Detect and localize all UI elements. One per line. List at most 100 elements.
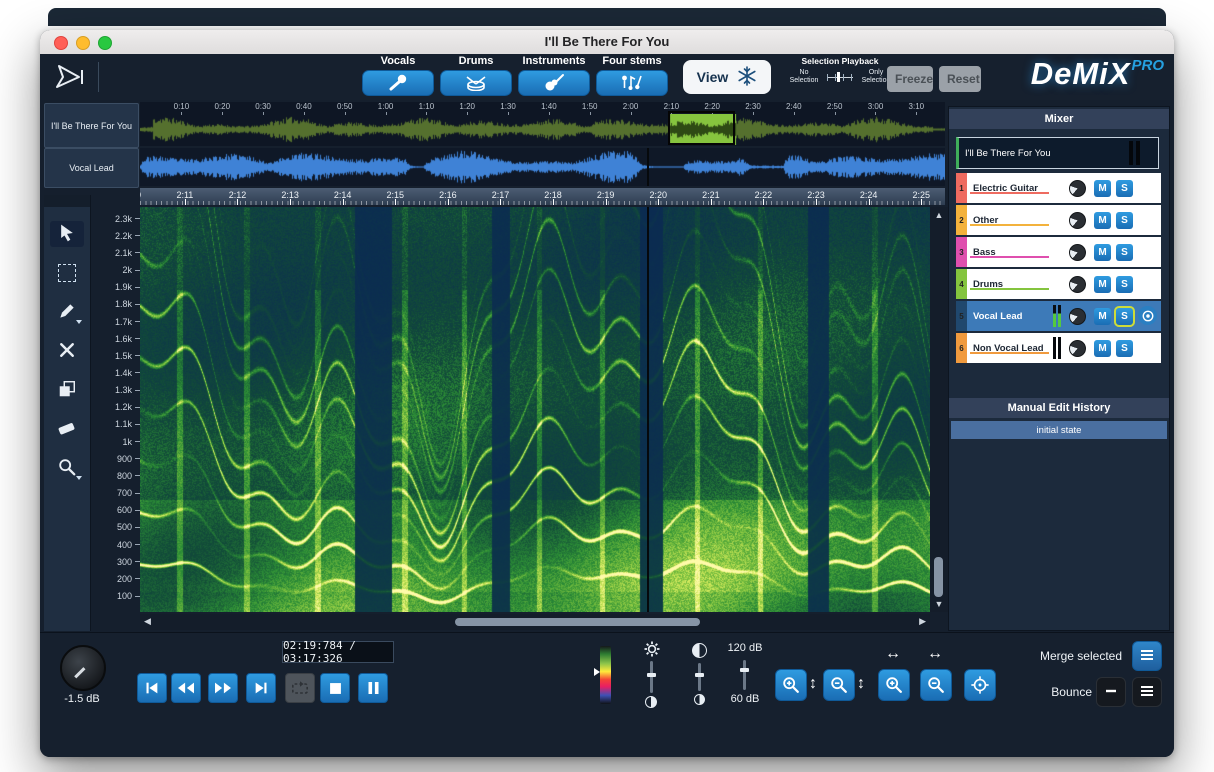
song-overview-strip[interactable]: 0:100:200:300:400:501:001:101:201:301:40… xyxy=(140,102,945,146)
frequency-label: 2.2k xyxy=(90,227,140,244)
skip-to-end-button[interactable] xyxy=(246,673,276,703)
eraser-tool-button[interactable] xyxy=(50,416,84,442)
scroll-down-arrow[interactable]: ▼ xyxy=(930,599,948,609)
view-freeze-button[interactable]: View xyxy=(683,60,771,94)
instruments-separation-button[interactable] xyxy=(518,70,590,96)
colormap-slider[interactable] xyxy=(600,646,611,704)
marquee-select-tool-button[interactable] xyxy=(50,260,84,286)
view-label: View xyxy=(697,69,729,85)
frequency-label: 800 xyxy=(90,467,140,484)
detail-time-ruler[interactable]: 2:102:112:122:132:142:152:162:172:182:19… xyxy=(140,188,945,205)
time-tick-label: 2:40 xyxy=(773,102,814,114)
mute-button[interactable]: M xyxy=(1094,244,1111,261)
vocals-label: Vocals xyxy=(362,55,434,68)
master-volume-knob[interactable] xyxy=(60,645,106,691)
solo-button[interactable]: S xyxy=(1116,340,1133,357)
overview-waveform-canvas[interactable] xyxy=(140,114,945,145)
zoom-tool-button[interactable] xyxy=(50,455,84,481)
vocal-lead-waveform-strip[interactable] xyxy=(140,148,945,186)
track-color-line xyxy=(970,256,1049,258)
scroll-up-arrow[interactable]: ▲ xyxy=(930,210,948,220)
pan-knob[interactable] xyxy=(1069,180,1086,197)
clone-tool-button[interactable] xyxy=(50,377,84,403)
mixer-track-row[interactable]: 5 Vocal Lead M S xyxy=(956,301,1161,331)
brightness-icon[interactable] xyxy=(645,696,657,708)
scroll-right-arrow[interactable]: ▶ xyxy=(919,616,926,627)
zoom-in-horizontal-button[interactable] xyxy=(878,669,910,701)
mixer-track-row[interactable]: 6 Non Vocal Lead M S xyxy=(956,333,1161,363)
merge-menu-button[interactable] xyxy=(1132,641,1162,671)
mute-button[interactable]: M xyxy=(1094,180,1111,197)
colormap-handle[interactable] xyxy=(594,668,600,676)
view-range-selection-box[interactable] xyxy=(668,111,735,145)
contrast-icon[interactable] xyxy=(692,643,707,658)
horizontal-scroll-thumb[interactable] xyxy=(455,618,700,626)
reset-button[interactable]: Reset xyxy=(939,66,981,92)
track-color-tab: 1 xyxy=(956,173,967,203)
drums-separation-button[interactable] xyxy=(440,70,512,96)
vertical-scroll-thumb[interactable] xyxy=(934,557,943,597)
freeze-button[interactable]: Freeze xyxy=(887,66,933,92)
selection-playback-slider[interactable] xyxy=(827,71,853,83)
pan-knob[interactable] xyxy=(1069,244,1086,261)
bounce-menu-button[interactable] xyxy=(1132,677,1162,707)
solo-button[interactable]: S xyxy=(1116,308,1133,325)
zoom-in-vertical-button[interactable] xyxy=(775,669,807,701)
contrast-slider[interactable] xyxy=(698,663,701,691)
gear-icon[interactable] xyxy=(644,641,660,662)
vertical-resize-arrow-icon[interactable]: ↕ xyxy=(809,675,817,693)
spectrogram-view[interactable] xyxy=(140,207,930,612)
zoom-out-horizontal-button[interactable] xyxy=(920,669,952,701)
settings-slider[interactable] xyxy=(650,661,653,693)
vocal-waveform-canvas[interactable] xyxy=(140,148,945,186)
contrast-low-icon[interactable] xyxy=(694,694,705,705)
solo-button[interactable]: S xyxy=(1116,244,1133,261)
pause-button[interactable] xyxy=(358,673,388,703)
mixer-track-row[interactable]: 4 Drums M S xyxy=(956,269,1161,299)
loop-button[interactable] xyxy=(285,673,315,703)
track-focus-icon[interactable] xyxy=(1138,306,1157,325)
vertical-resize-arrow-icon[interactable]: ↕ xyxy=(857,675,865,693)
horizontal-resize-arrow-icon[interactable]: ↔ xyxy=(927,645,943,663)
overview-time-ruler[interactable]: 0:100:200:300:400:501:001:101:201:301:40… xyxy=(140,102,945,114)
mute-button[interactable]: M xyxy=(1094,276,1111,293)
frequency-label: 1k xyxy=(90,433,140,450)
mixer-track-row[interactable]: 1 Electric Guitar M S xyxy=(956,173,1161,203)
rewind-button[interactable] xyxy=(171,673,201,703)
pan-knob[interactable] xyxy=(1069,340,1086,357)
solo-button[interactable]: S xyxy=(1116,276,1133,293)
frequency-label: 600 xyxy=(90,502,140,519)
delete-selection-tool-button[interactable] xyxy=(50,338,84,364)
four-stems-separation-button[interactable] xyxy=(596,70,668,96)
mute-button[interactable]: M xyxy=(1094,212,1111,229)
fast-forward-button[interactable] xyxy=(208,673,238,703)
solo-button[interactable]: S xyxy=(1116,180,1133,197)
horizontal-resize-arrow-icon[interactable]: ↔ xyxy=(885,645,901,663)
time-tick-label: 2:16 xyxy=(422,188,475,205)
pan-knob[interactable] xyxy=(1069,308,1086,325)
vocals-separation-button[interactable] xyxy=(362,70,434,96)
solo-button[interactable]: S xyxy=(1116,212,1133,229)
time-tick-label: 2:00 xyxy=(610,102,651,114)
draw-tool-button[interactable] xyxy=(50,299,84,325)
spectrogram-canvas[interactable] xyxy=(140,207,930,612)
zoom-to-selection-button[interactable] xyxy=(964,669,996,701)
db-range-slider[interactable] xyxy=(743,660,746,690)
bounce-remove-button[interactable] xyxy=(1096,677,1126,707)
pointer-tool-button[interactable] xyxy=(50,221,84,247)
skip-to-start-button[interactable] xyxy=(137,673,167,703)
history-entry[interactable]: initial state xyxy=(951,421,1167,439)
selection-playback-group: Selection Playback No Selection Only Sel… xyxy=(784,56,896,85)
mixer-master-track[interactable]: I'll Be There For You xyxy=(956,137,1159,169)
stop-button[interactable] xyxy=(320,673,350,703)
pan-knob[interactable] xyxy=(1069,212,1086,229)
mute-button[interactable]: M xyxy=(1094,308,1111,325)
pan-knob[interactable] xyxy=(1069,276,1086,293)
mute-button[interactable]: M xyxy=(1094,340,1111,357)
mixer-track-row[interactable]: 2 Other M S xyxy=(956,205,1161,235)
horizontal-scrollbar[interactable]: ◀ ▶ xyxy=(140,614,930,630)
zoom-out-vertical-button[interactable] xyxy=(823,669,855,701)
vertical-scrollbar[interactable]: ▲ ▼ xyxy=(930,207,948,612)
scroll-left-arrow[interactable]: ◀ xyxy=(144,616,151,627)
mixer-track-row[interactable]: 3 Bass M S xyxy=(956,237,1161,267)
